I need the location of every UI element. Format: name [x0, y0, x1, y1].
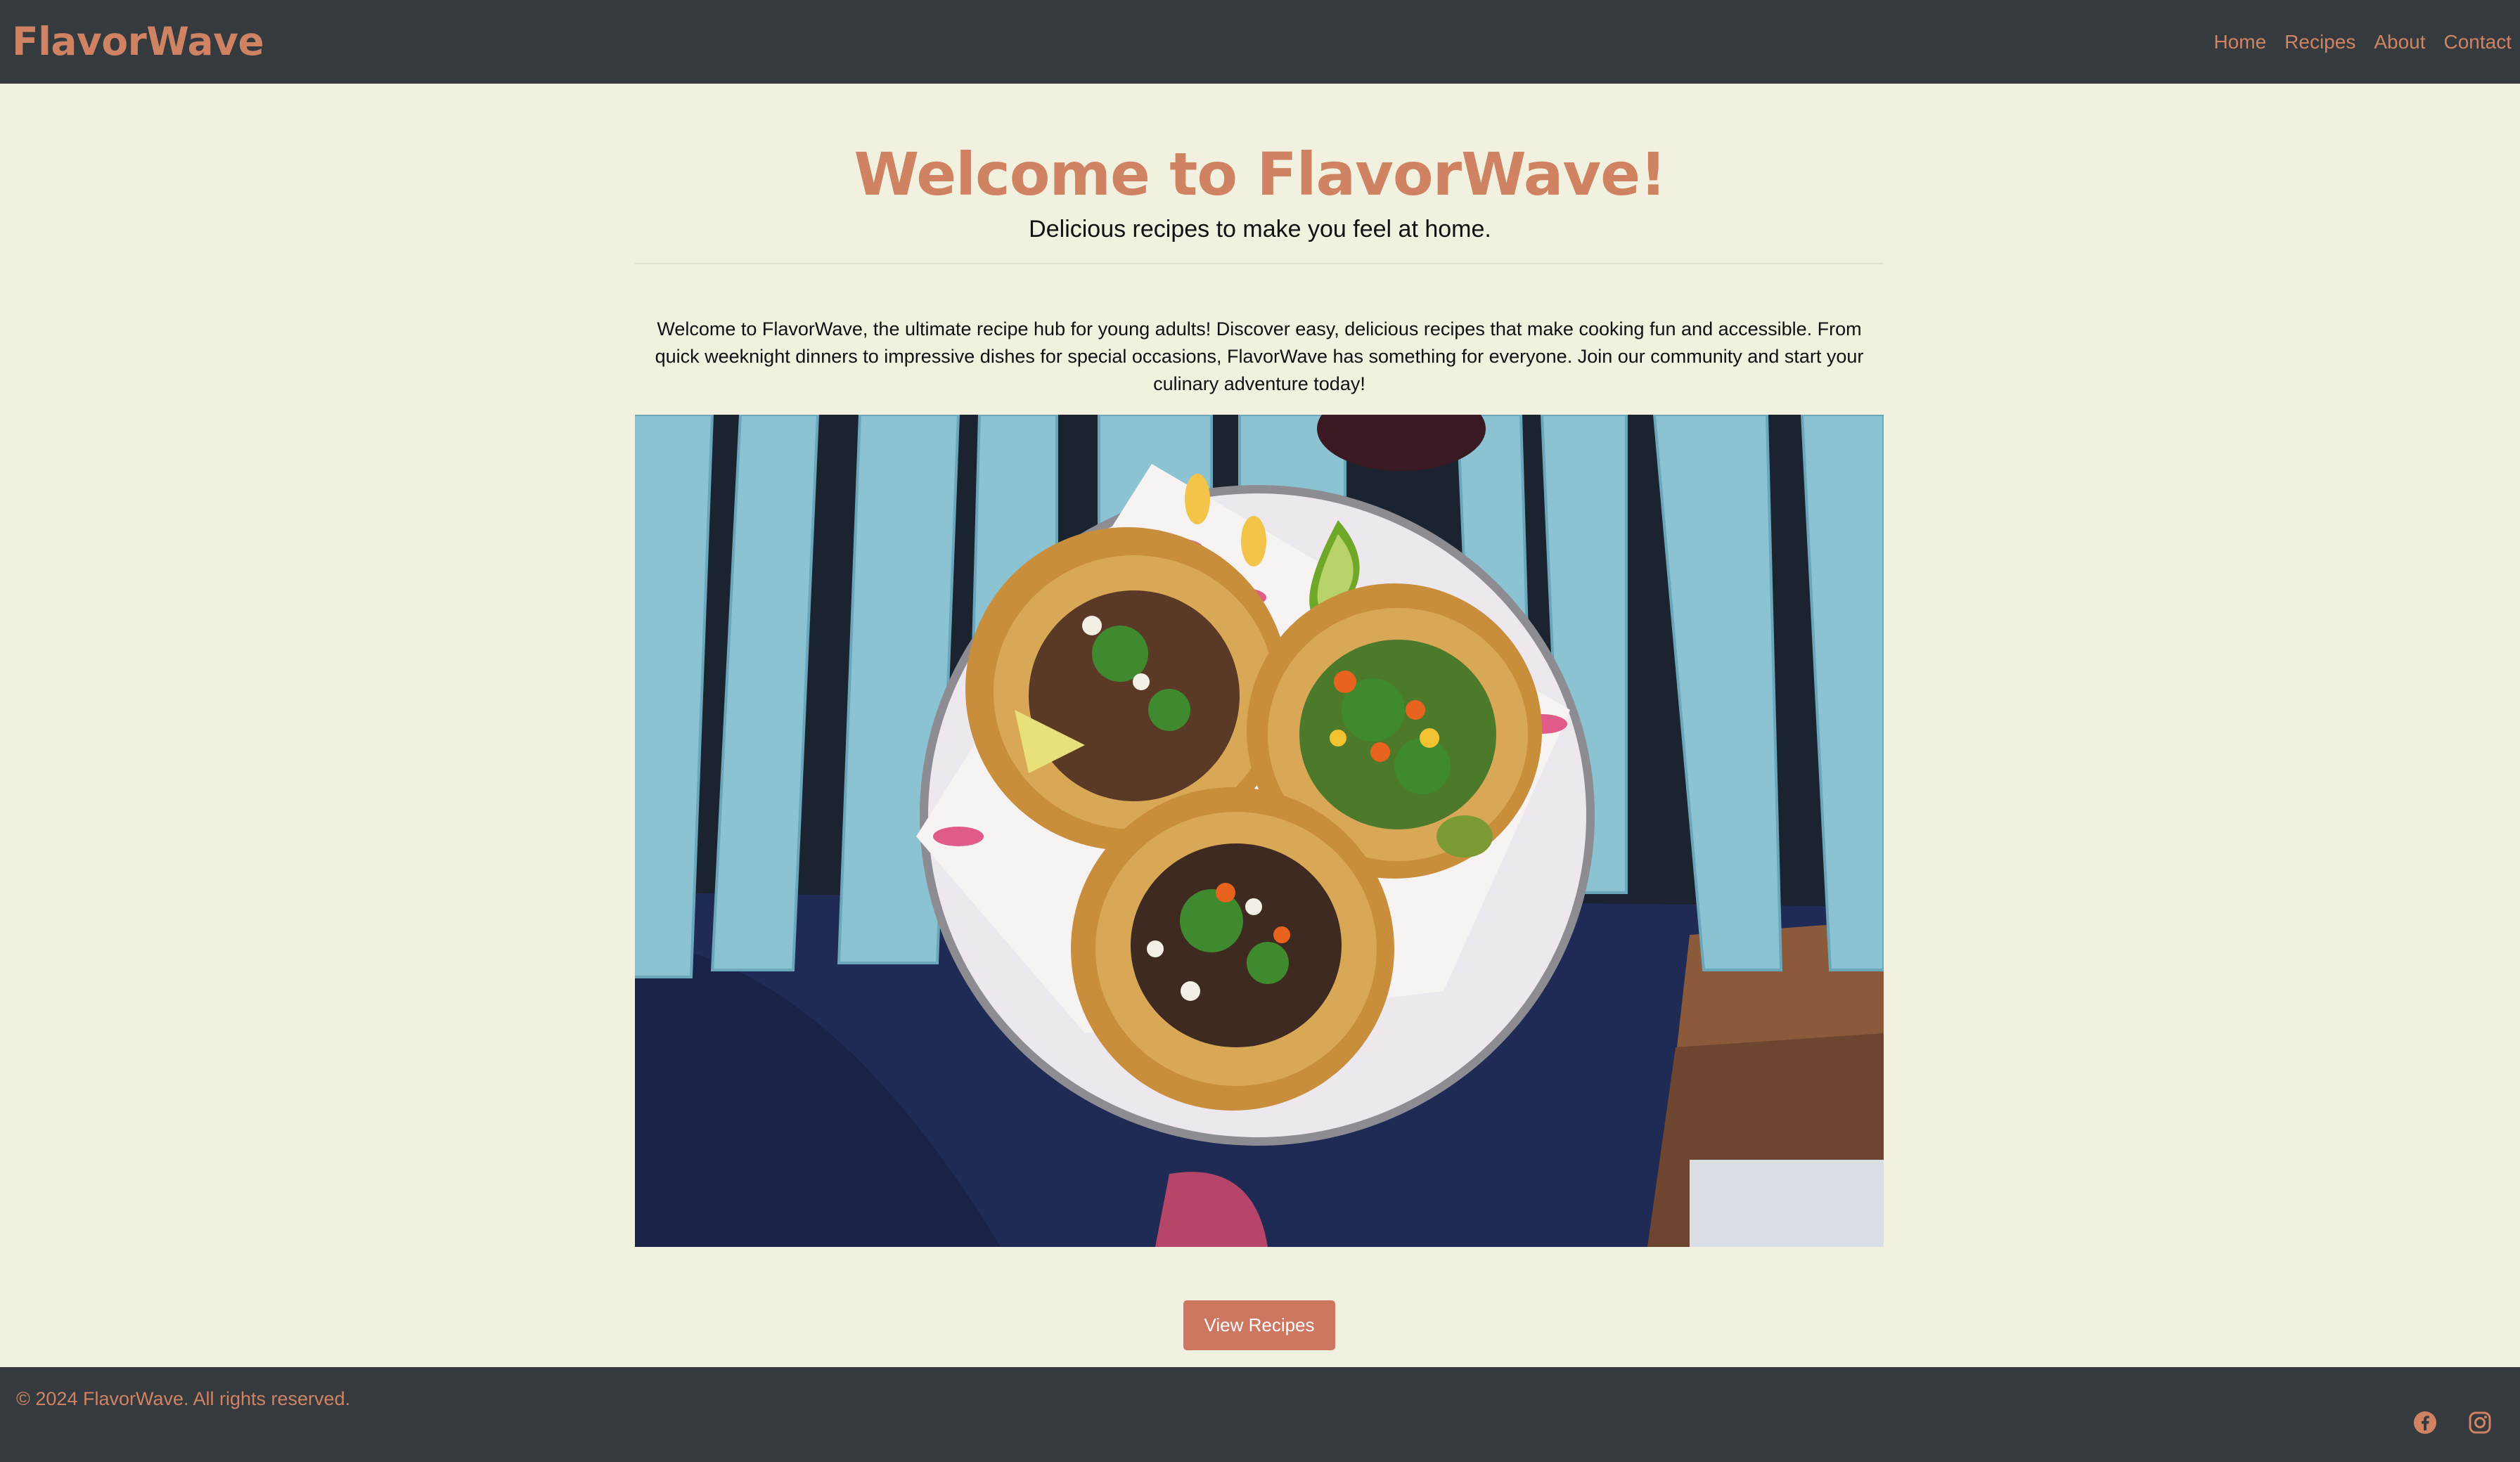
- hero-title: Welcome to FlavorWave!: [854, 140, 1667, 209]
- tacos-photo: [635, 415, 1884, 1247]
- nav-link-recipes[interactable]: Recipes: [2284, 31, 2355, 53]
- copyright-text: © 2024 FlavorWave. All rights reserved.: [16, 1388, 351, 1409]
- view-recipes-button[interactable]: View Recipes: [1183, 1300, 1335, 1350]
- nav-link-home[interactable]: Home: [2213, 31, 2266, 53]
- hero-image: [635, 415, 1884, 1247]
- hero-subtitle: Delicious recipes to make you feel at ho…: [1029, 216, 1491, 242]
- nav-link-about[interactable]: About: [2374, 31, 2425, 53]
- main-content: Welcome to FlavorWave! Delicious recipes…: [0, 84, 2520, 1367]
- social-links: [2413, 1411, 2492, 1435]
- facebook-icon[interactable]: [2413, 1411, 2437, 1435]
- main-nav: Home Recipes About Contact: [2213, 31, 2512, 53]
- brand-logo[interactable]: FlavorWave: [12, 19, 264, 64]
- intro-paragraph: Welcome to FlavorWave, the ultimate reci…: [655, 318, 1864, 394]
- site-header: FlavorWave Home Recipes About Contact: [0, 0, 2520, 84]
- site-footer: © 2024 FlavorWave. All rights reserved.: [0, 1367, 2520, 1462]
- instagram-icon[interactable]: [2468, 1411, 2492, 1435]
- nav-link-contact[interactable]: Contact: [2444, 31, 2512, 53]
- section-divider: [635, 263, 1884, 264]
